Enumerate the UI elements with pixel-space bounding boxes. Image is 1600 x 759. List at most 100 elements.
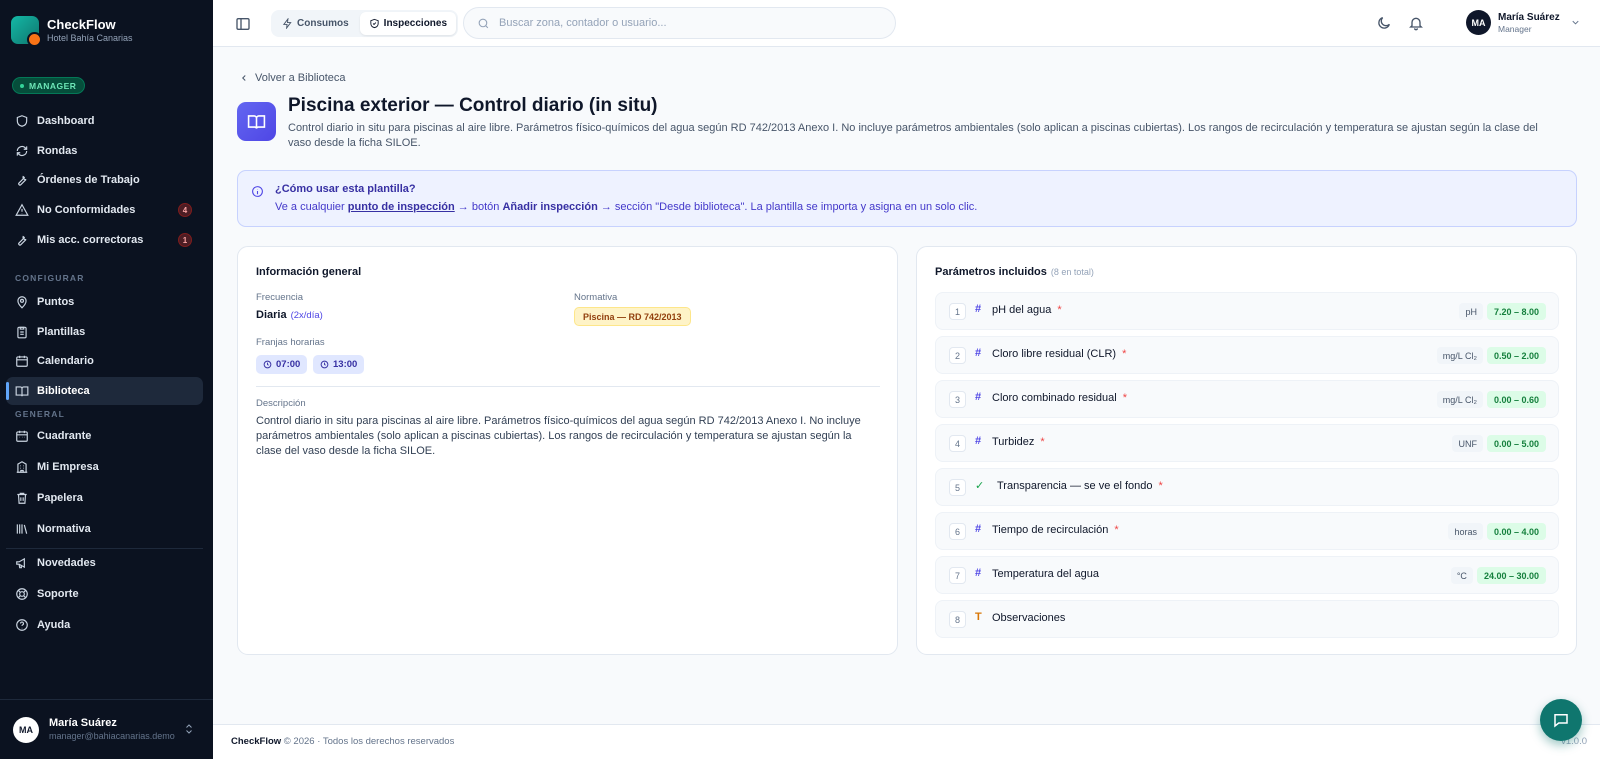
sidebar-item-calendario[interactable]: Calendario	[6, 347, 203, 375]
parameter-name: pH del agua *	[992, 304, 1062, 316]
topbar: Consumos Inspecciones MA María Suárez Ma…	[213, 0, 1600, 47]
library-icon	[16, 524, 28, 534]
shield-icon	[16, 115, 28, 127]
role-badge: MANAGER	[12, 77, 86, 94]
time-slot-label: 07:00	[276, 359, 301, 370]
parameter-name: Cloro combinado residual *	[992, 392, 1127, 404]
chevron-down-icon	[1572, 20, 1579, 25]
sidebar-toggle-icon[interactable]	[235, 16, 251, 32]
sidebar-item-soporte[interactable]: Soporte	[6, 580, 203, 608]
sidebar-item-ayuda[interactable]: Ayuda	[6, 611, 203, 639]
sidebar-item-puntos[interactable]: Puntos	[6, 288, 203, 316]
parameter-name: Transparencia — se ve el fondo *	[997, 480, 1163, 492]
sidebar-item-cuadrante[interactable]: Cuadrante	[6, 422, 203, 450]
parameter-row: 2 # Cloro libre residual (CLR) * mg/L Cl₂…	[935, 336, 1559, 374]
parameter-unit: mg/L Cl₂	[1436, 347, 1483, 364]
sidebar-item-dashboard[interactable]: Dashboard	[6, 107, 203, 135]
user-email: manager@bahiacanarias.demo	[49, 731, 175, 741]
inspection-point-link[interactable]: punto de inspección	[348, 201, 455, 213]
help-circle-icon	[16, 619, 28, 631]
sidebar-item-novedades[interactable]: Novedades	[6, 549, 203, 577]
parameter-range: 0.00 – 5.00	[1486, 435, 1546, 452]
module-switcher: Consumos Inspecciones	[271, 10, 459, 37]
hash-icon: #	[975, 567, 982, 579]
sidebar-item-papelera[interactable]: Papelera	[6, 484, 203, 512]
info-icon	[252, 186, 263, 197]
chat-button[interactable]	[1540, 699, 1582, 741]
required-asterisk: *	[1122, 392, 1128, 404]
time-slot-chip: 13:00	[313, 355, 365, 374]
parameter-number: 6	[949, 523, 966, 540]
sidebar-user-menu[interactable]: MA María Suárez manager@bahiacanarias.de…	[0, 699, 213, 759]
user-menu[interactable]: MA María Suárez Manager	[1466, 10, 1581, 35]
clock-icon	[263, 360, 272, 369]
sidebar-item-plantillas[interactable]: Plantillas	[6, 318, 203, 346]
parameter-name-text: Observaciones	[992, 612, 1066, 624]
parameter-number: 3	[949, 391, 966, 408]
sidebar-item-ordenes[interactable]: Órdenes de Trabajo	[6, 166, 203, 194]
sidebar-item-no-conformidades[interactable]: No Conformidades 4	[6, 196, 203, 224]
parameter-name-text: Tiempo de recirculación	[992, 524, 1109, 536]
parameter-number: 8	[949, 611, 966, 628]
moon-icon[interactable]	[1376, 15, 1392, 31]
required-asterisk: *	[1158, 480, 1163, 492]
search-input[interactable]	[499, 17, 879, 29]
footer-text: © 2026 · Todos los derechos reservados	[281, 736, 455, 747]
chevrons-up-down-icon	[186, 724, 192, 734]
description-label: Descripción	[256, 398, 306, 409]
page-description: Control diario in situ para piscinas al …	[288, 122, 1538, 149]
hash-icon: #	[975, 435, 982, 447]
sidebar-item-mi-empresa[interactable]: Mi Empresa	[6, 453, 203, 481]
required-asterisk: *	[1040, 436, 1045, 448]
parameter-range: 0.50 – 2.00	[1486, 347, 1546, 364]
footer-brand: CheckFlow	[231, 736, 282, 747]
tab-consumos[interactable]: Consumos	[273, 12, 358, 35]
hash-icon: #	[975, 391, 982, 403]
parameter-unit: pH	[1459, 303, 1483, 320]
sidebar-item-label: Novedades	[37, 557, 96, 569]
sidebar-item-acciones-correctoras[interactable]: Mis acc. correctoras 1	[6, 226, 203, 254]
bolt-icon	[282, 18, 292, 29]
building-icon	[16, 461, 28, 473]
hash-icon: #	[975, 303, 982, 315]
hash-icon: #	[975, 523, 982, 535]
refresh-icon	[16, 145, 28, 157]
sidebar-item-label: Mis acc. correctoras	[37, 234, 144, 246]
parameter-number: 7	[949, 567, 966, 584]
regulation-label: Normativa	[574, 292, 618, 303]
required-asterisk: *	[1114, 524, 1119, 536]
back-link[interactable]: Volver a Biblioteca	[239, 72, 346, 84]
sidebar-item-normativa[interactable]: Normativa	[6, 515, 203, 543]
user-name: María Suárez	[1498, 11, 1560, 23]
sidebar-item-label: Ayuda	[37, 619, 71, 631]
chat-icon	[1554, 714, 1568, 728]
parameter-name-text: Turbidez	[992, 436, 1035, 448]
wrench-icon	[18, 235, 27, 246]
divider	[256, 386, 880, 387]
hash-icon: #	[975, 347, 982, 359]
brand-subtitle: Hotel Bahía Canarias	[47, 32, 133, 43]
info-title: ¿Cómo usar esta plantilla?	[275, 183, 416, 195]
parameter-name: Observaciones	[992, 612, 1065, 624]
sidebar-item-label: Calendario	[37, 355, 94, 367]
card-title: Información general	[256, 266, 362, 278]
brand[interactable]: CheckFlow Hotel Bahía Canarias	[11, 16, 133, 47]
parameters-count: (8 en total)	[1050, 267, 1094, 277]
parameter-unit: horas	[1448, 523, 1483, 540]
bell-icon[interactable]	[1408, 15, 1424, 31]
parameter-range: 0.00 – 0.60	[1486, 391, 1546, 408]
user-role: Manager	[1498, 23, 1532, 34]
general-info-card: Información general Frecuencia Diaria (2x…	[237, 246, 898, 655]
tab-inspecciones[interactable]: Inspecciones	[359, 12, 457, 35]
parameters-title: Parámetros incluidos	[935, 266, 1047, 278]
template-icon	[237, 102, 276, 141]
sidebar-item-rondas[interactable]: Rondas	[6, 137, 203, 165]
parameter-unit: °C	[1450, 567, 1473, 584]
calendar-grid-icon	[16, 430, 28, 442]
check-icon: ✓	[975, 480, 985, 492]
info-text-part: Ve a cualquier	[275, 201, 348, 213]
role-badge-label: MANAGER	[29, 80, 77, 91]
parameter-name: Temperatura del agua	[992, 568, 1099, 580]
calendar-icon	[16, 355, 28, 367]
sidebar-item-biblioteca[interactable]: Biblioteca	[6, 377, 203, 405]
